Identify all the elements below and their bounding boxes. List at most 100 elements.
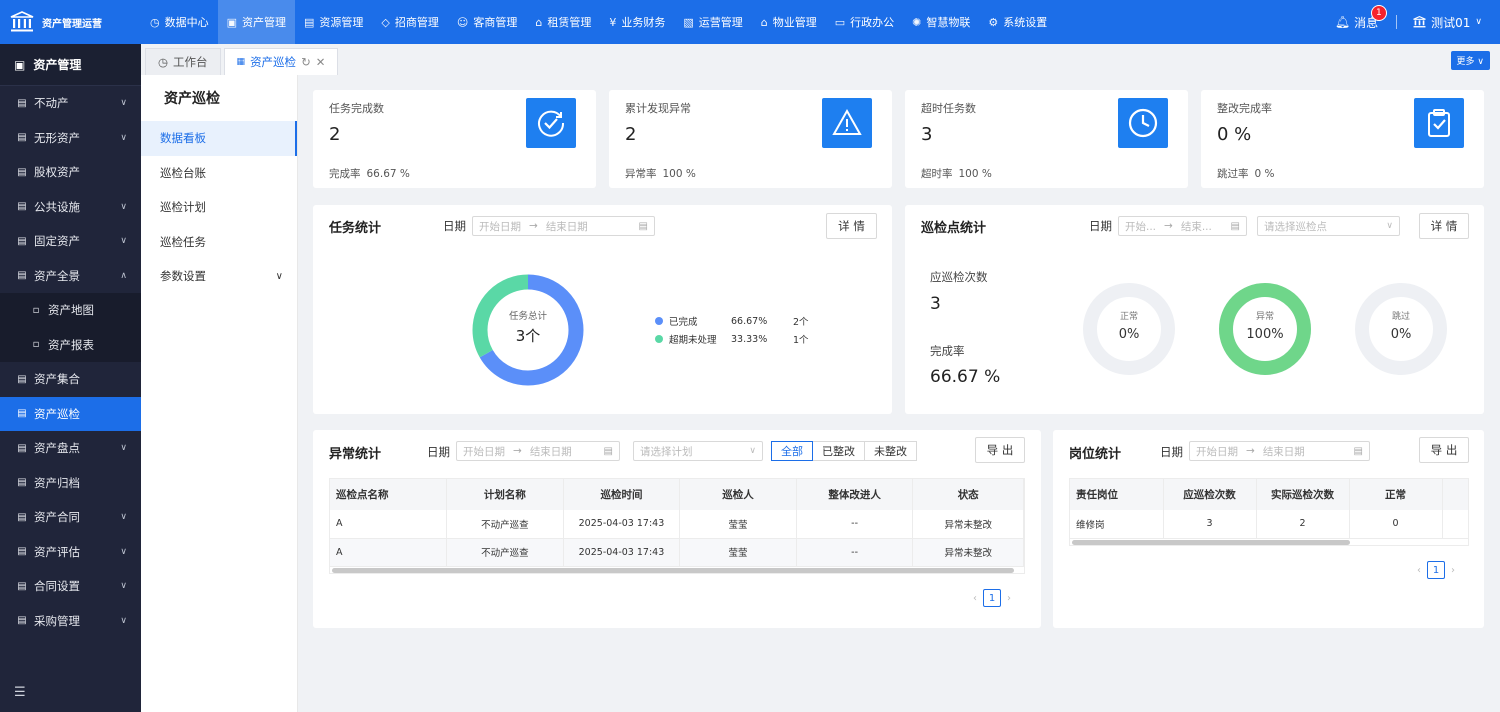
sidebar-item[interactable]: ▤ 公共设施 ∨ <box>0 190 141 225</box>
chevron-down-icon: ∨ <box>120 98 127 109</box>
column-header[interactable]: 计划名称 <box>446 479 564 510</box>
next-page-icon[interactable]: › <box>1007 593 1011 604</box>
anomaly-date-range[interactable]: 开始日期 → 结束日期 ▤ <box>456 441 620 461</box>
sidebar-item[interactable]: ▫ 资产地图 <box>0 293 141 328</box>
subnav-item[interactable]: 参数设置 ∨ <box>141 259 297 294</box>
sidebar-item[interactable]: ▤ 合同设置 ∨ <box>0 569 141 604</box>
end-date-input[interactable]: 结束日期 <box>546 219 588 234</box>
sidebar-item[interactable]: ▤ 采购管理 ∨ <box>0 604 141 639</box>
topnav-item[interactable]: ▤ 资源管理 <box>295 0 372 44</box>
sidebar-item[interactable]: ▤ 股权资产 <box>0 155 141 190</box>
column-header[interactable]: 巡检时间 <box>563 479 681 510</box>
column-header[interactable]: 责任岗位 <box>1070 479 1164 510</box>
topnav-item[interactable]: ◇ 招商管理 <box>372 0 447 44</box>
table-scrollbar[interactable] <box>332 568 1014 573</box>
folder-icon: ▤ <box>17 511 27 523</box>
table-scrollbar[interactable] <box>1072 540 1350 545</box>
column-header[interactable]: 整体改进人 <box>796 479 914 510</box>
column-header[interactable]: 正常 <box>1349 479 1443 510</box>
prev-page-icon[interactable]: ‹ <box>973 593 977 604</box>
topnav-item[interactable]: ⚙ 系统设置 <box>979 0 1056 44</box>
more-button[interactable]: 更多 ∨ <box>1450 51 1490 70</box>
post-pagination: ‹ 1 › <box>1417 561 1455 579</box>
topnav-item[interactable]: ☺ 客商管理 <box>448 0 526 44</box>
sidebar-item[interactable]: ▤ 固定资产 ∨ <box>0 224 141 259</box>
topnav-item[interactable]: ✺ 智慧物联 <box>903 0 979 44</box>
topnav-item[interactable]: ◷ 数据中心 <box>141 0 218 44</box>
topnav-item[interactable]: ▭ 行政办公 <box>826 0 903 44</box>
filter-rectified[interactable]: 已整改 <box>812 441 865 461</box>
sidebar-item[interactable]: ▤ 无形资产 ∨ <box>0 121 141 156</box>
start-date-input[interactable]: 开始日期 <box>1196 444 1238 459</box>
plan-select[interactable]: 请选择计划 ∨ <box>633 441 763 461</box>
topnav-label: 客商管理 <box>473 16 518 29</box>
close-icon[interactable]: ✕ <box>316 55 326 69</box>
app-logo[interactable]: 资产管理运营 <box>0 0 141 44</box>
refresh-icon[interactable]: ↻ <box>301 55 311 69</box>
task-detail-button[interactable]: 详 情 <box>826 213 877 239</box>
column-header[interactable]: 巡检人 <box>679 479 797 510</box>
filter-unrectified[interactable]: 未整改 <box>864 441 917 461</box>
kpi-sub-value: 66.67 % <box>366 168 410 180</box>
post-date-range[interactable]: 开始日期 → 结束日期 ▤ <box>1189 441 1370 461</box>
sidebar-item[interactable]: ▤ 资产归档 <box>0 466 141 501</box>
subnav-item[interactable]: 巡检计划 <box>141 190 297 225</box>
subnav-item[interactable]: 巡检台账 <box>141 156 297 191</box>
topnav-item[interactable]: ¥ 业务财务 <box>600 0 674 44</box>
subnav-item[interactable]: 巡检任务 <box>141 225 297 260</box>
table-cell: 2025-04-03 17:43 <box>563 538 681 567</box>
post-export-button[interactable]: 导 出 <box>1419 437 1469 463</box>
topnav-label: 运营管理 <box>698 16 743 29</box>
collapse-sidebar-icon[interactable]: ☰ <box>14 685 26 700</box>
status-filter: 全部 已整改 未整改 <box>771 441 917 461</box>
tab-asset-inspection[interactable]: ▦ 资产巡检 ↻ ✕ <box>223 48 339 75</box>
start-date-input[interactable]: 开始日期 <box>479 219 521 234</box>
table-row[interactable]: A 不动产巡查 2025-04-03 17:43 莹莹 -- 异常未整改 <box>330 538 1024 567</box>
start-date-input[interactable]: 开始... <box>1125 219 1156 234</box>
tab-workbench[interactable]: ◷ 工作台 <box>145 48 221 75</box>
page-number[interactable]: 1 <box>1427 561 1445 579</box>
sidebar-item[interactable]: ▤ 资产盘点 ∨ <box>0 431 141 466</box>
anomaly-export-button[interactable]: 导 出 <box>975 437 1025 463</box>
topnav-item[interactable]: ⌂ 物业管理 <box>752 0 826 44</box>
sidebar-item[interactable]: ▤ 资产评估 ∨ <box>0 535 141 570</box>
sidebar-item[interactable]: ▤ 资产集合 <box>0 362 141 397</box>
topnav-label: 资源管理 <box>319 16 364 29</box>
kpi-value: 3 <box>921 124 933 145</box>
user-menu[interactable]: 测试01 ∨ <box>1413 14 1482 31</box>
sidebar-item[interactable]: ▤ 资产巡检 <box>0 396 141 431</box>
prev-page-icon[interactable]: ‹ <box>1417 565 1421 576</box>
end-date-input[interactable]: 结束日期 <box>1263 444 1305 459</box>
messages-button[interactable]: 🔔︎ 消息 1 <box>1335 4 1387 31</box>
task-date-range[interactable]: 开始日期 → 结束日期 ▤ <box>472 216 655 236</box>
next-page-icon[interactable]: › <box>1451 565 1455 576</box>
page-number[interactable]: 1 <box>983 589 1001 607</box>
kpi-sub: 完成率 66.67 % <box>329 166 410 181</box>
end-date-input[interactable]: 结束... <box>1181 219 1212 234</box>
kpi-value: 2 <box>625 124 637 145</box>
sidebar-item[interactable]: ▤ 不动产 ∨ <box>0 86 141 121</box>
column-header[interactable]: 应巡检次数 <box>1163 479 1257 510</box>
completion-rate-label: 完成率 <box>930 344 965 358</box>
end-date-input[interactable]: 结束日期 <box>530 444 572 459</box>
topnav-item[interactable]: ▧ 运营管理 <box>674 0 751 44</box>
subnav-item[interactable]: 数据看板 <box>141 121 297 156</box>
inspection-point-select[interactable]: 请选择巡检点 ∨ <box>1257 216 1400 236</box>
start-date-input[interactable]: 开始日期 <box>463 444 505 459</box>
topnav-item[interactable]: ▣ 资产管理 <box>217 0 296 44</box>
table-row[interactable]: A 不动产巡查 2025-04-03 17:43 莹莹 -- 异常未整改 <box>330 510 1024 539</box>
app-name: 资产管理运营 <box>42 18 102 30</box>
sidebar-item[interactable]: ▤ 资产全景 ∧ <box>0 259 141 294</box>
iot-icon: ✺ <box>912 15 922 29</box>
table-row[interactable]: 维修岗 3 2 0 <box>1070 510 1468 539</box>
sidebar-item[interactable]: ▤ 资产合同 ∨ <box>0 500 141 535</box>
filter-all[interactable]: 全部 <box>771 441 813 461</box>
point-detail-button[interactable]: 详 情 <box>1419 213 1469 239</box>
column-header[interactable]: 实际巡检次数 <box>1256 479 1350 510</box>
column-header[interactable]: 状态 <box>912 479 1024 510</box>
column-header[interactable]: 巡检点名称 <box>330 479 448 510</box>
sidebar-item[interactable]: ▫ 资产报表 <box>0 327 141 362</box>
topnav-item[interactable]: ⌂ 租赁管理 <box>526 0 600 44</box>
point-date-range[interactable]: 开始... → 结束... ▤ <box>1118 216 1247 236</box>
legend-name: 超期未处理 <box>669 335 717 346</box>
